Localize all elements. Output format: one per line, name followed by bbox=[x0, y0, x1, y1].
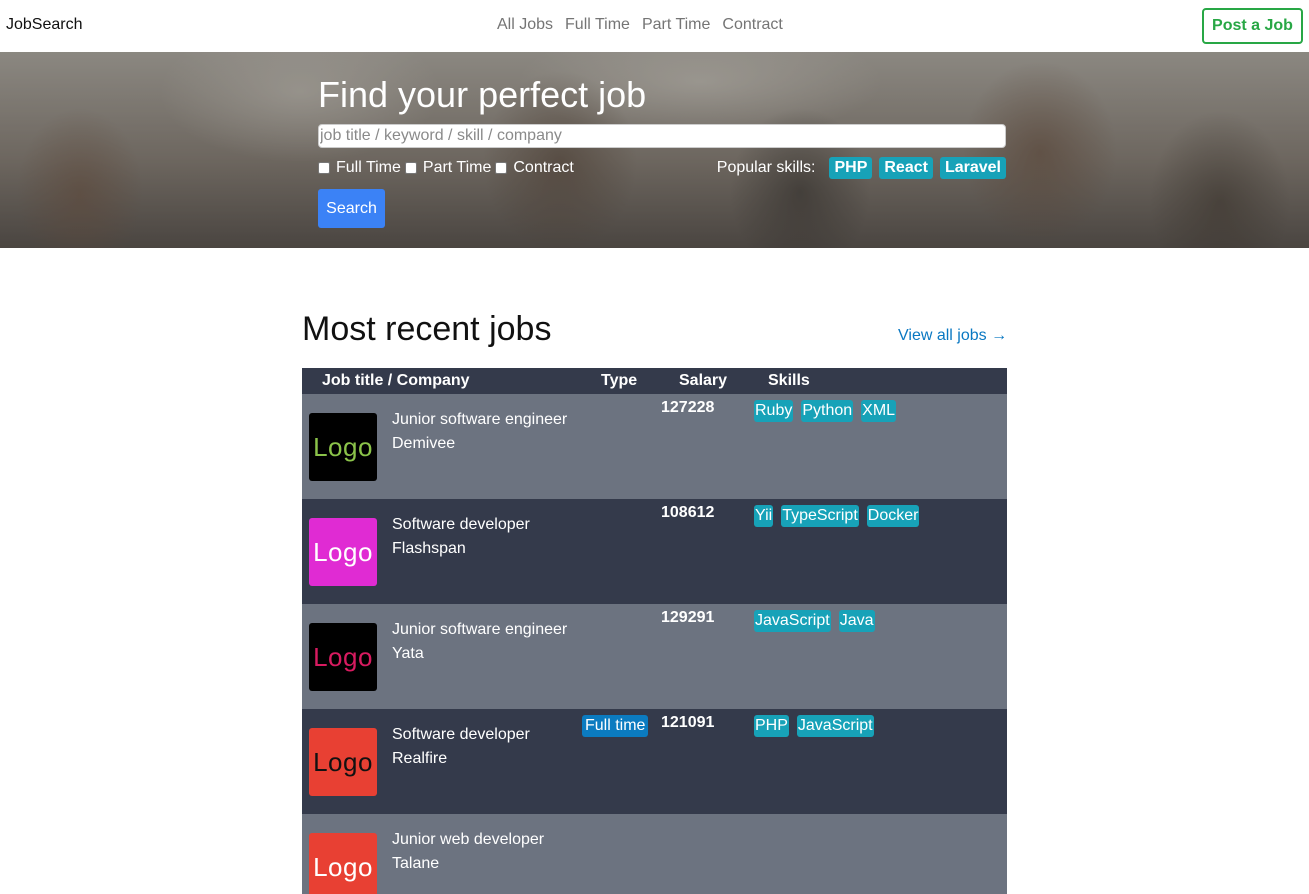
table-row[interactable]: Logo Junior software engineer Yata 129291 Ja… bbox=[302, 604, 1007, 709]
company-logo: Logo bbox=[309, 833, 377, 894]
table-row[interactable]: Logo Junior web developer Talane bbox=[302, 814, 1007, 894]
search-button[interactable]: Search bbox=[318, 189, 385, 228]
job-title[interactable]: Junior software engineer bbox=[392, 621, 567, 639]
company-logo: Logo bbox=[309, 413, 377, 481]
header-skills: Skills bbox=[768, 372, 810, 389]
hero-title: Find your perfect job bbox=[318, 74, 647, 115]
salary: 127228 bbox=[661, 399, 715, 416]
filter-label: Full Time bbox=[336, 159, 401, 176]
hero-search-panel: Find your perfect job Full Time Part Tim… bbox=[318, 52, 1006, 248]
filter-part-time[interactable]: Part Time bbox=[404, 159, 492, 177]
skill-badge[interactable]: TypeScript bbox=[781, 505, 859, 527]
table-row[interactable]: Logo Junior software engineer Demivee 12722… bbox=[302, 394, 1007, 499]
post-job-button[interactable]: Post a Job bbox=[1202, 8, 1303, 44]
job-type-filters: Full Time Part Time Contract bbox=[318, 159, 578, 177]
brand-link[interactable]: JobSearch bbox=[6, 16, 83, 34]
company-name: Yata bbox=[392, 645, 424, 662]
skill-badge[interactable]: Python bbox=[801, 400, 854, 422]
skills-list: PHP JavaScript bbox=[754, 715, 882, 737]
popular-skill-laravel[interactable]: Laravel bbox=[939, 157, 1006, 179]
skill-badge[interactable]: Docker bbox=[866, 505, 920, 527]
view-all-jobs-link[interactable]: View all jobs → bbox=[898, 327, 1007, 345]
skill-badge[interactable]: Java bbox=[838, 610, 875, 632]
skills-list: Yii TypeScript Docker bbox=[754, 505, 927, 527]
nav-link-contract[interactable]: Contract bbox=[722, 16, 782, 34]
company-name: Demivee bbox=[392, 435, 456, 452]
job-title[interactable]: Software developer bbox=[392, 516, 530, 534]
nav-links: All Jobs Full Time Part Time Contract bbox=[497, 16, 783, 34]
navbar: JobSearch All Jobs Full Time Part Time C… bbox=[0, 0, 1309, 52]
header-title-company: Job title / Company bbox=[322, 372, 470, 389]
job-title[interactable]: Junior web developer bbox=[392, 831, 544, 849]
full-time-checkbox[interactable] bbox=[318, 162, 330, 174]
skill-badge[interactable]: Yii bbox=[754, 505, 774, 527]
filter-contract[interactable]: Contract bbox=[495, 159, 574, 177]
skills-list: Ruby Python XML bbox=[754, 400, 904, 422]
contract-checkbox[interactable] bbox=[495, 162, 508, 174]
skill-badge[interactable]: JavaScript bbox=[754, 610, 831, 632]
salary: 108612 bbox=[661, 504, 715, 521]
skill-badge[interactable]: PHP bbox=[754, 715, 789, 737]
filter-full-time[interactable]: Full Time bbox=[318, 159, 401, 177]
nav-link-full-time[interactable]: Full Time bbox=[565, 16, 630, 34]
salary: 121091 bbox=[661, 714, 715, 731]
search-input[interactable] bbox=[318, 124, 1006, 148]
popular-skill-react[interactable]: React bbox=[879, 157, 933, 179]
skill-badge[interactable]: XML bbox=[861, 400, 897, 422]
company-logo: Logo bbox=[309, 728, 377, 796]
hero-banner: Find your perfect job Full Time Part Tim… bbox=[0, 52, 1309, 248]
company-logo: Logo bbox=[309, 518, 377, 586]
company-logo: Logo bbox=[309, 623, 377, 691]
popular-skill-php[interactable]: PHP bbox=[829, 157, 873, 179]
job-title[interactable]: Software developer bbox=[392, 726, 530, 744]
jobs-table: Job title / Company Type Salary Skills L… bbox=[302, 368, 1007, 894]
part-time-checkbox[interactable] bbox=[404, 162, 417, 174]
nav-link-all-jobs[interactable]: All Jobs bbox=[497, 16, 553, 34]
skill-badge[interactable]: JavaScript bbox=[796, 715, 874, 737]
table-row[interactable]: Logo Software developer Flashspan 108612 Yii… bbox=[302, 499, 1007, 604]
filter-label: Part Time bbox=[422, 159, 492, 176]
skills-list: JavaScript Java bbox=[754, 610, 883, 632]
job-type-badge: Full time bbox=[582, 715, 649, 737]
nav-link-part-time[interactable]: Part Time bbox=[642, 16, 710, 34]
company-name: Flashspan bbox=[392, 540, 466, 557]
company-name: Talane bbox=[392, 855, 440, 872]
section-title: Most recent jobs bbox=[302, 310, 552, 348]
skill-badge[interactable]: Ruby bbox=[754, 400, 794, 422]
company-name: Realfire bbox=[392, 750, 448, 767]
header-salary: Salary bbox=[679, 372, 728, 389]
table-body: Logo Junior software engineer Demivee 12722… bbox=[302, 394, 1007, 894]
popular-skills: Popular skills: PHP React Laravel bbox=[717, 157, 1006, 179]
header-type: Type bbox=[601, 372, 638, 389]
filter-label: Contract bbox=[513, 159, 574, 176]
salary: 129291 bbox=[661, 609, 715, 626]
popular-skills-label: Popular skills: bbox=[716, 159, 816, 176]
table-row[interactable]: Logo Software developer Realfire Full time 1… bbox=[302, 709, 1007, 814]
job-title[interactable]: Junior software engineer bbox=[392, 411, 567, 429]
table-header: Job title / Company Type Salary Skills bbox=[302, 368, 1007, 394]
